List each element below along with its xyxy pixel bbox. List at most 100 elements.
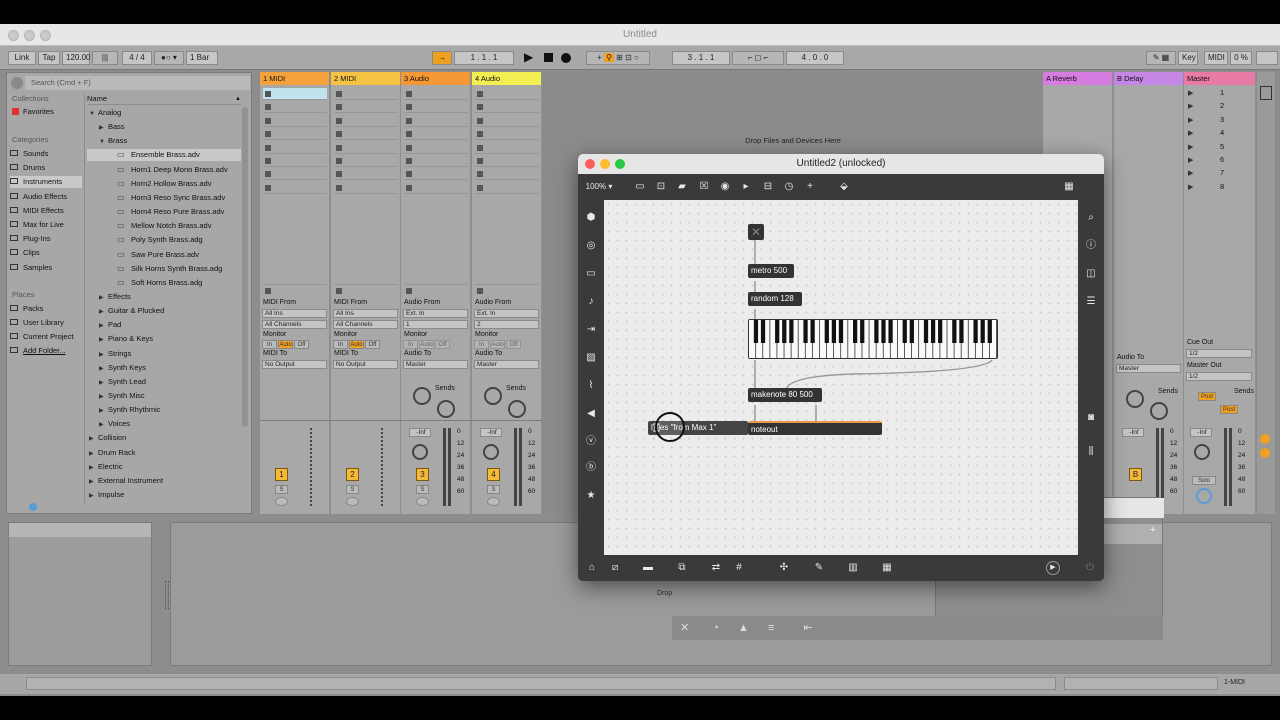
clip-stop-icon[interactable] <box>336 171 342 178</box>
black-key[interactable] <box>803 320 808 343</box>
clip-slot[interactable] <box>263 168 327 181</box>
clip-slot[interactable] <box>263 115 327 127</box>
disclosure-arrow-icon[interactable]: ▶ <box>89 490 98 502</box>
record-icon[interactable] <box>561 53 571 63</box>
folder-item[interactable]: ▼ Analog <box>87 107 241 119</box>
category-drums[interactable]: Drums <box>10 162 82 174</box>
clip-stop-icon[interactable] <box>336 158 342 164</box>
folder-item[interactable]: ▶ Synth Rhythmic <box>87 404 241 416</box>
clip-slot[interactable] <box>404 182 468 194</box>
paperclip-icon[interactable]: ⌇ <box>585 380 597 392</box>
black-key[interactable] <box>980 320 985 343</box>
clip-stop-icon[interactable] <box>265 131 271 138</box>
clip-stop-icon[interactable] <box>477 91 483 97</box>
clip-slot[interactable] <box>475 155 539 167</box>
post-button[interactable]: Post <box>1198 392 1216 401</box>
cue-out-dropdown[interactable]: 1/2 <box>1186 349 1252 358</box>
makenote-object[interactable]: makenote 80 500 <box>748 388 822 402</box>
follow-icon[interactable]: → <box>432 51 452 65</box>
add-object-icon[interactable]: + <box>804 181 816 193</box>
scene-launch-icon[interactable]: ▶ <box>1188 89 1193 97</box>
volume-field[interactable]: -Inf <box>480 428 502 437</box>
scene-launch-icon[interactable]: ▶ <box>1188 143 1193 151</box>
paint-bucket-icon[interactable]: ⬙ <box>838 181 850 193</box>
preset-file-icon[interactable]: ▭ <box>117 206 131 218</box>
category-audio-effects[interactable]: Audio Effects <box>10 191 82 203</box>
preset-item[interactable]: ▭ Horn1 Deep Mono Brass.adv <box>87 164 241 176</box>
pan-knob[interactable] <box>483 444 499 460</box>
loop-start-field[interactable]: 3 . 1 . 1 <box>672 51 730 65</box>
monitor-in-button[interactable]: In <box>403 340 418 349</box>
scene-launch-icon[interactable]: ▶ <box>1188 102 1193 110</box>
clip-stop-icon[interactable] <box>336 184 342 191</box>
place-add-folder-[interactable]: Add Folder... <box>10 345 82 357</box>
clip-stop-icon[interactable] <box>406 131 412 138</box>
toggle-object[interactable]: ✕ <box>748 224 764 240</box>
patch-cord-keyboard-velocity[interactable] <box>785 359 993 392</box>
audio-play-icon[interactable]: ▶ <box>1046 561 1060 575</box>
clip-slot[interactable] <box>404 88 468 100</box>
scene-launch-icon[interactable]: ▶ <box>1188 116 1193 124</box>
black-key[interactable] <box>987 320 992 343</box>
preset-item[interactable]: ▭ Silk Horns Synth Brass.adg <box>87 263 241 275</box>
send-a-knob[interactable] <box>484 387 502 405</box>
toggle-object-icon[interactable]: ☒ <box>698 181 710 193</box>
disclosure-arrow-icon[interactable]: ▶ <box>99 122 108 134</box>
preset-item[interactable]: ▭ Mellow Notch Brass.adv <box>87 220 241 232</box>
device-chooser-panel[interactable] <box>8 522 152 666</box>
clip-slot[interactable] <box>334 182 398 194</box>
solo-button[interactable]: S <box>487 485 500 494</box>
arm-button[interactable] <box>346 497 359 506</box>
track-activator-button[interactable]: 4 <box>487 468 500 481</box>
track-title[interactable]: 3 Audio <box>401 72 470 85</box>
package-icon[interactable]: ⬢ <box>585 212 597 224</box>
clip-slot[interactable] <box>404 115 468 127</box>
arrangement-position-field[interactable]: 1 . 1 . 1 <box>454 51 514 65</box>
clip-slot[interactable] <box>475 101 539 114</box>
monitor-in-button[interactable]: In <box>262 340 277 349</box>
back-arrow-icon[interactable]: ⇤ <box>803 622 812 634</box>
monitor-in-button[interactable]: In <box>474 340 489 349</box>
output-type-dropdown[interactable]: Master <box>403 360 468 369</box>
new-object-icon[interactable]: ▭ <box>634 181 646 193</box>
clip-slot[interactable] <box>334 101 398 114</box>
clip-slot[interactable] <box>334 155 398 167</box>
clip-slot[interactable] <box>263 88 327 100</box>
clip-slot[interactable] <box>334 142 398 154</box>
preset-file-icon[interactable]: ▭ <box>117 277 131 289</box>
folder-item[interactable]: ▶ Effects <box>87 291 241 303</box>
preset-file-icon[interactable]: ▭ <box>117 149 131 161</box>
black-key[interactable] <box>881 320 886 343</box>
black-key[interactable] <box>831 320 837 343</box>
clip-stop-icon[interactable] <box>406 104 412 111</box>
input-channel-dropdown[interactable]: All Channels <box>262 320 327 329</box>
folder-item[interactable]: ▶ Synth Lead <box>87 376 241 388</box>
black-key[interactable] <box>775 320 780 343</box>
scene-number[interactable]: 1 <box>1220 88 1224 97</box>
clip-stop-icon[interactable] <box>477 104 483 111</box>
number-object-icon[interactable]: ▸ <box>740 181 752 193</box>
black-key[interactable] <box>909 320 914 343</box>
nudge-icon[interactable]: ||| <box>92 51 118 65</box>
metro-object[interactable]: metro 500 <box>748 264 794 278</box>
black-key[interactable] <box>888 320 893 343</box>
preset-file-icon[interactable]: ▭ <box>117 164 131 176</box>
monitor-auto-button[interactable]: Auto <box>278 340 293 349</box>
tempo-field[interactable]: 120.00 <box>62 51 90 65</box>
power-icon[interactable]: ⏻ <box>1084 562 1096 574</box>
disclosure-arrow-icon[interactable]: ▶ <box>89 476 98 488</box>
master-pan-knob[interactable] <box>1194 444 1210 460</box>
clip-slot[interactable] <box>475 142 539 154</box>
clip-slot[interactable] <box>263 182 327 194</box>
black-key[interactable] <box>782 320 787 343</box>
clip-stop-icon[interactable] <box>477 131 483 138</box>
black-key[interactable] <box>874 320 879 343</box>
debug-icon[interactable]: ⇄ <box>710 562 722 574</box>
category-instruments[interactable]: Instruments <box>10 176 82 189</box>
scene-number[interactable]: 7 <box>1220 168 1224 177</box>
folder-item[interactable]: ▶ Impulse <box>87 489 241 501</box>
send-a-knob[interactable] <box>413 387 431 405</box>
master-solo-button[interactable]: Solo <box>1192 476 1216 485</box>
folder-item[interactable]: ▼ Brass <box>87 135 241 147</box>
cue-volume-knob[interactable] <box>1196 488 1212 504</box>
